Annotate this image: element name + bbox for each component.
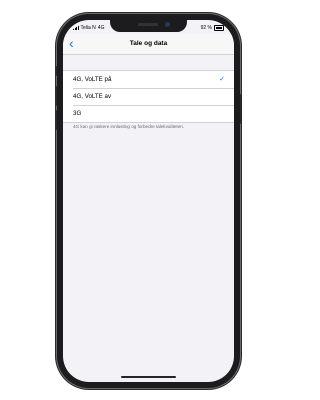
option-4g-volte-on[interactable]: 4G, VoLTE på ✓: [63, 71, 234, 88]
option-3g[interactable]: 3G: [63, 105, 234, 122]
checkmark-icon: ✓: [219, 76, 225, 83]
option-label: 4G, VoLTE på: [73, 76, 112, 83]
silent-switch: [55, 66, 57, 76]
phone-frame: Telia N 4G 09:13 92 % ‹ Tale og data 4G,…: [55, 14, 242, 388]
option-4g-volte-off[interactable]: 4G, VoLTE av: [63, 88, 234, 105]
option-label: 4G, VoLTE av: [73, 93, 112, 100]
speaker-grille: [138, 23, 158, 26]
volume-down-button: [55, 110, 57, 130]
home-indicator: [121, 376, 176, 378]
notch: [110, 20, 187, 32]
camera-icon: [165, 22, 170, 27]
navigation-bar: ‹ Tale og data: [63, 34, 234, 55]
screen: Telia N 4G 09:13 92 % ‹ Tale og data 4G,…: [63, 20, 234, 382]
status-right: 92 %: [201, 25, 224, 31]
option-label: 3G: [73, 110, 82, 117]
footer-note: 4G kan gi raskere innlasting og forbedre…: [73, 124, 185, 129]
volume-up-button: [55, 86, 57, 106]
options-list: 4G, VoLTE på ✓ 4G, VoLTE av 3G: [63, 70, 234, 123]
battery-percent: 92 %: [200, 25, 212, 31]
power-button: [240, 94, 242, 124]
battery-icon: [214, 25, 224, 31]
page-title: Tale og data: [129, 40, 168, 47]
